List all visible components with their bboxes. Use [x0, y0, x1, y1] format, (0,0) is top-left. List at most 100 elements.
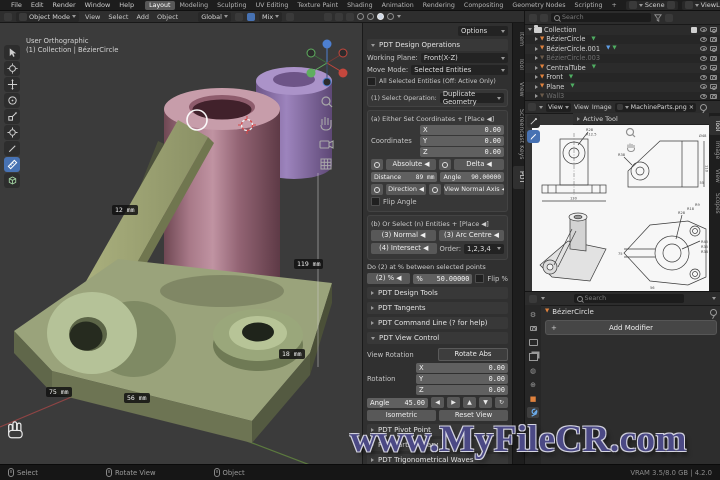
tab-scene[interactable]: ◍: [527, 365, 539, 376]
angle-field[interactable]: Angle 90.00000: [440, 172, 504, 182]
workspace-tab-geometry-nodes[interactable]: Geometry Nodes: [508, 1, 569, 10]
absolute-pin-icon[interactable]: [371, 159, 383, 170]
shading-solid-icon[interactable]: [367, 13, 374, 20]
disable-render-icon[interactable]: [710, 84, 717, 89]
expand-icon[interactable]: [535, 85, 538, 89]
direction-button[interactable]: Direction ◀: [386, 184, 426, 195]
coord-z-field[interactable]: Z0.00: [420, 147, 504, 157]
rotation-x-field[interactable]: X0.00: [416, 363, 508, 373]
pin-icon[interactable]: [710, 309, 717, 316]
workspace-tab-add[interactable]: +: [608, 1, 621, 10]
orbit-down-button[interactable]: ▼: [479, 397, 492, 408]
absolute-button[interactable]: Absolute ◀: [386, 159, 436, 170]
editor-type-icon[interactable]: [529, 295, 537, 303]
show-overlays-icon[interactable]: [335, 13, 343, 21]
disable-render-icon[interactable]: [710, 37, 717, 42]
orbit-right-button[interactable]: ▶: [447, 397, 460, 408]
workspace-tab-sculpting[interactable]: Sculpting: [213, 1, 250, 10]
tab-scopes[interactable]: Scopes: [709, 189, 720, 218]
shading-wireframe-icon[interactable]: [357, 13, 364, 20]
rotate-tool[interactable]: [4, 93, 20, 108]
all-selected-checkbox[interactable]: [367, 77, 376, 86]
outliner-search-input[interactable]: [551, 13, 651, 22]
menu-view[interactable]: View: [574, 104, 589, 111]
object-breadcrumb[interactable]: BézierCircle: [552, 308, 594, 316]
workspace-tab-layout[interactable]: Layout: [145, 1, 174, 10]
panel-pdt-design-operations[interactable]: PDT Design Operations: [367, 39, 508, 51]
tab-modifiers[interactable]: [527, 407, 539, 418]
menu-view[interactable]: View: [83, 13, 102, 21]
outliner-row-collection[interactable]: Collection: [525, 25, 720, 35]
outliner-row-beziercircle[interactable]: ▼ BézierCircle ▼: [525, 35, 720, 45]
hide-eye-icon[interactable]: [700, 56, 707, 61]
viewlayer-selector[interactable]: ViewLayer: [682, 1, 720, 10]
outliner-row-centraltube[interactable]: ▼ CentralTube ▼: [525, 63, 720, 73]
disable-render-icon[interactable]: [710, 56, 717, 61]
hide-eye-icon[interactable]: [700, 94, 707, 99]
new-collection-icon[interactable]: [665, 14, 673, 22]
percent-button[interactable]: (2) % ◀: [367, 273, 410, 284]
expand-icon[interactable]: [535, 47, 538, 51]
move-mode-dropdown[interactable]: Selected Entities: [411, 65, 508, 75]
tab-image[interactable]: Image: [709, 137, 720, 163]
display-mode-icon[interactable]: [540, 14, 548, 22]
workspace-tab-animation[interactable]: Animation: [378, 1, 418, 10]
distance-field[interactable]: Distance 89 mm: [371, 172, 437, 182]
workspace-tab-scripting[interactable]: Scripting: [571, 1, 607, 10]
view-angle-field[interactable]: Angle 45.00: [367, 398, 428, 408]
measure-tool[interactable]: [4, 157, 20, 172]
panel-pdt-tangents[interactable]: PDT Tangents: [367, 302, 508, 314]
tab-view[interactable]: View: [709, 165, 720, 187]
move-tool[interactable]: [4, 77, 20, 92]
annotate-tool[interactable]: [4, 141, 20, 156]
blend-mode-dropdown[interactable]: Mix: [259, 12, 282, 22]
hide-eye-icon[interactable]: [700, 84, 707, 89]
shading-options-chevron-icon[interactable]: [397, 15, 401, 18]
delta-pin-icon[interactable]: [439, 159, 451, 170]
orbit-up-button[interactable]: ▲: [463, 397, 476, 408]
add-cube-tool[interactable]: [4, 173, 20, 188]
disable-render-icon[interactable]: [710, 46, 717, 51]
options-chevron-icon[interactable]: [712, 297, 716, 300]
disable-render-icon[interactable]: [710, 94, 717, 99]
rotate-abs-button[interactable]: Rotate Abs: [438, 348, 508, 361]
filter-funnel-icon[interactable]: [654, 14, 662, 22]
collection-checkbox[interactable]: [691, 27, 697, 33]
pin-icon[interactable]: [700, 104, 707, 111]
shading-material-icon[interactable]: [377, 13, 384, 20]
expand-icon[interactable]: [528, 28, 532, 31]
menu-select[interactable]: Select: [106, 13, 130, 21]
normal-button[interactable]: (3) Normal ◀: [371, 230, 436, 241]
workspace-tab-compositing[interactable]: Compositing: [460, 1, 507, 10]
flip-percent-checkbox[interactable]: [475, 274, 484, 283]
pan-hand-gizmo-icon[interactable]: [625, 141, 637, 153]
workspace-tab-rendering[interactable]: Rendering: [419, 1, 459, 10]
tab-object[interactable]: ■: [527, 393, 539, 404]
options-dropdown[interactable]: Options: [458, 26, 508, 36]
view-normal-pin-icon[interactable]: [429, 184, 441, 195]
intersect-button[interactable]: (4) Intersect ◀: [371, 243, 437, 254]
order-dropdown[interactable]: 1,2,3,4: [464, 244, 504, 254]
image-mode-dropdown[interactable]: View: [546, 103, 571, 112]
menu-help[interactable]: Help: [117, 1, 136, 9]
menu-file[interactable]: File: [9, 1, 24, 9]
menu-image[interactable]: Image: [592, 104, 612, 111]
orbit-left-button[interactable]: ◀: [431, 397, 444, 408]
editor-type-icon[interactable]: [528, 103, 536, 111]
menu-add[interactable]: Add: [134, 13, 151, 21]
delta-button[interactable]: Delta ◀: [454, 159, 504, 170]
outliner-row-beziercircle-001[interactable]: ▼ BézierCircle.001 ▼ ▼: [525, 44, 720, 54]
coord-y-field[interactable]: Y0.00: [420, 136, 504, 146]
scene-selector[interactable]: Scene: [626, 1, 678, 10]
outliner-row-plane[interactable]: ▼ Plane ▼: [525, 82, 720, 92]
workspace-tab-texture-paint[interactable]: Texture Paint: [293, 1, 342, 10]
working-plane-dropdown[interactable]: Front(X-Z): [421, 53, 508, 63]
cursor-tool[interactable]: [4, 61, 20, 76]
rotation-z-field[interactable]: Z0.00: [416, 385, 508, 395]
properties-search-input[interactable]: [574, 294, 684, 303]
sample-eyedropper-tool[interactable]: [527, 115, 540, 128]
show-gizmo-icon[interactable]: [324, 13, 332, 21]
tab-tool[interactable]: Tool: [709, 116, 720, 135]
hide-eye-icon[interactable]: [700, 75, 707, 80]
menu-object[interactable]: Object: [155, 13, 180, 21]
